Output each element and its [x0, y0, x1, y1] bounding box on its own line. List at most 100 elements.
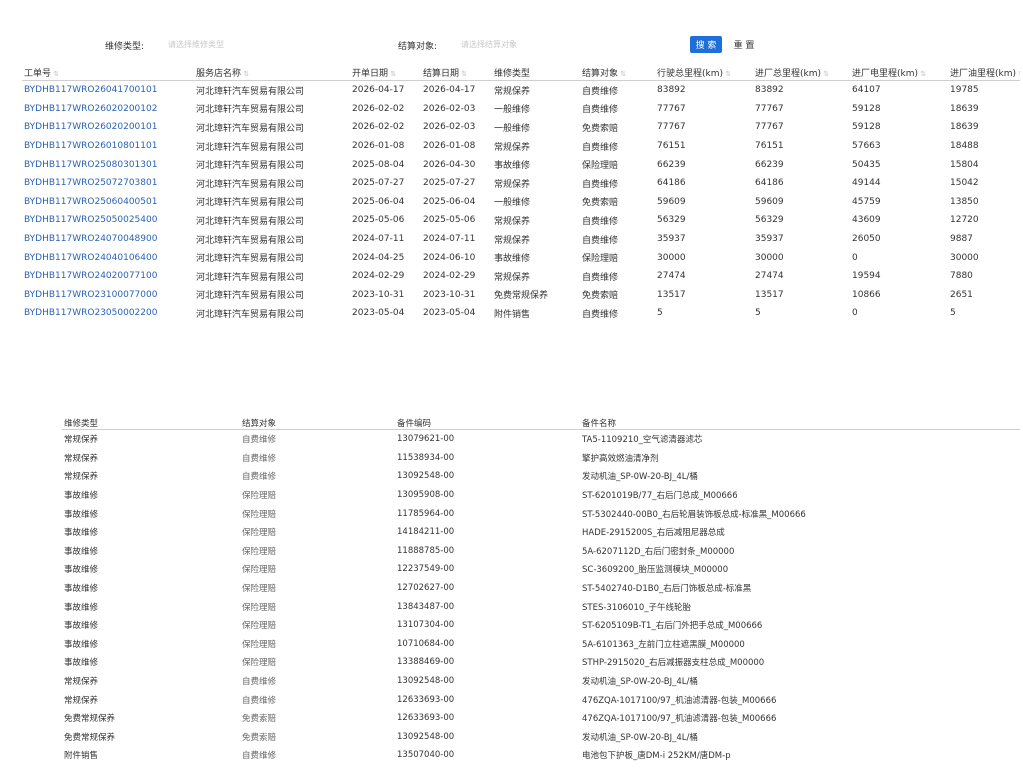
orders-col-header[interactable]: 开单日期	[350, 64, 421, 81]
table-cell: 13388469-00	[397, 657, 455, 668]
table-cell: 2024-02-29	[352, 271, 405, 282]
table-cell: 河北璋轩汽车贸易有限公司	[196, 235, 305, 246]
table-row[interactable]: BYDHB117WRO25080301301 河北璋轩汽车贸易有限公司 2025-0…	[22, 155, 1020, 174]
table-cell: 河北璋轩汽车贸易有限公司	[196, 216, 305, 227]
parts-col-header: 备件编码	[395, 417, 580, 430]
order-number-link[interactable]: BYDHB117WRO24020077100	[22, 267, 194, 286]
parts-col-header: 结算对象	[240, 417, 395, 430]
order-number-link[interactable]: BYDHB117WRO23100077000	[22, 286, 194, 305]
list-item: 免费常规保养 免费索赔 12633693-00 476ZQA-1017100/97_机…	[62, 709, 1020, 728]
table-row[interactable]: BYDHB117WRO25050025400 河北璋轩汽车贸易有限公司 2025-0…	[22, 211, 1020, 230]
order-number-link[interactable]: BYDHB117WRO26041700101	[22, 81, 194, 100]
table-cell: 57663	[852, 141, 881, 152]
table-cell: 保险理赔	[242, 602, 277, 613]
table-cell: 保险理赔	[242, 509, 277, 520]
orders-col-header[interactable]: 进厂油里程(km)	[948, 64, 1020, 81]
table-cell: 附件销售	[64, 751, 99, 762]
table-cell: 11785964-00	[397, 508, 455, 519]
orders-col-header: 维修类型	[492, 64, 580, 81]
table-cell: 保险理赔	[242, 491, 277, 502]
table-cell: 7880	[950, 271, 973, 282]
table-cell: 常规保养	[494, 142, 531, 153]
table-cell: 11538934-00	[397, 452, 455, 463]
order-number-link[interactable]: BYDHB117WRO25080301301	[22, 155, 194, 174]
table-cell: 2026-02-03	[423, 122, 476, 133]
repair-type-select[interactable]	[166, 36, 290, 52]
table-row[interactable]: BYDHB117WRO23050002200 河北璋轩汽车贸易有限公司 2023-0…	[22, 304, 1020, 323]
table-cell: 事故维修	[64, 509, 99, 520]
order-number-link[interactable]: BYDHB117WRO24070048900	[22, 230, 194, 249]
table-cell: 发动机油_SP-0W-20-BJ_4L/桶	[582, 677, 698, 688]
table-row[interactable]: BYDHB117WRO24070048900 河北璋轩汽车贸易有限公司 2024-0…	[22, 230, 1020, 249]
table-cell: 河北璋轩汽车贸易有限公司	[196, 198, 305, 209]
table-cell: 一般维修	[494, 123, 531, 134]
table-cell: 13092548-00	[397, 471, 455, 482]
order-number-link[interactable]: BYDHB117WRO25072703801	[22, 174, 194, 193]
orders-col-header[interactable]: 进厂电里程(km)	[850, 64, 948, 81]
parts-table: 维修类型 结算对象 备件编码 备件名称 常规保养 自费维修 13079621-00 TA5-…	[62, 417, 1020, 765]
table-cell: 常规保养	[494, 179, 531, 190]
table-cell: 26050	[852, 234, 881, 245]
table-cell: 免费常规保养	[64, 714, 116, 725]
table-row[interactable]: BYDHB117WRO26020200102 河北璋轩汽车贸易有限公司 2026-0…	[22, 100, 1020, 119]
table-cell: 30000	[755, 252, 784, 263]
order-number-link[interactable]: BYDHB117WRO26020200102	[22, 100, 194, 119]
table-cell: 2023-10-31	[423, 289, 476, 300]
table-cell: 河北璋轩汽车贸易有限公司	[196, 123, 305, 134]
order-number-link[interactable]: BYDHB117WRO25050025400	[22, 211, 194, 230]
table-cell: 13517	[657, 289, 686, 300]
table-row[interactable]: BYDHB117WRO24040106400 河北璋轩汽车贸易有限公司 2024-0…	[22, 248, 1020, 267]
table-cell: HADE-2915200S_右后减阻尼器总成	[582, 528, 725, 539]
table-cell: 43609	[852, 215, 881, 226]
table-cell: 河北璋轩汽车贸易有限公司	[196, 272, 305, 283]
order-number-link[interactable]: BYDHB117WRO25060400501	[22, 193, 194, 212]
table-cell: 50435	[852, 159, 881, 170]
table-cell: 事故维修	[64, 565, 99, 576]
table-row[interactable]: BYDHB117WRO25060400501 河北璋轩汽车贸易有限公司 2025-0…	[22, 193, 1020, 212]
orders-col-header[interactable]: 结算日期	[421, 64, 492, 81]
table-cell: 30000	[950, 252, 979, 263]
orders-col-header[interactable]: 行驶总里程(km)	[655, 64, 753, 81]
order-number-link[interactable]: BYDHB117WRO26010801101	[22, 137, 194, 156]
table-cell: 河北璋轩汽车贸易有限公司	[196, 309, 305, 320]
table-cell: 18639	[950, 122, 979, 133]
search-button[interactable]: 搜 索	[690, 36, 722, 53]
table-cell: 13107304-00	[397, 620, 455, 631]
table-cell: 9887	[950, 234, 973, 245]
orders-col-header[interactable]: 工单号	[22, 64, 194, 81]
table-cell: 河北璋轩汽车贸易有限公司	[196, 291, 305, 302]
table-row[interactable]: BYDHB117WRO23100077000 河北璋轩汽车贸易有限公司 2023-1…	[22, 286, 1020, 305]
table-cell: 自费维修	[242, 751, 277, 762]
table-cell: 擎护高效燃油清净剂	[582, 453, 659, 464]
order-number-link[interactable]: BYDHB117WRO24040106400	[22, 248, 194, 267]
table-cell: 保险理赔	[242, 639, 277, 650]
table-row[interactable]: BYDHB117WRO26041700101 河北璋轩汽车贸易有限公司 2026-0…	[22, 81, 1020, 100]
table-cell: 64186	[755, 178, 784, 189]
table-row[interactable]: BYDHB117WRO26020200101 河北璋轩汽车贸易有限公司 2026-0…	[22, 118, 1020, 137]
table-cell: 59128	[852, 103, 881, 114]
table-cell: 自费维修	[582, 105, 619, 116]
table-cell: 河北璋轩汽车贸易有限公司	[196, 86, 305, 97]
orders-col-header[interactable]: 结算对象	[580, 64, 655, 81]
list-item: 事故维修 保险理赔 12237549-00 SC-3609200_胎压监测模块_M00…	[62, 560, 1020, 579]
order-number-link[interactable]: BYDHB117WRO23050002200	[22, 304, 194, 323]
orders-col-header[interactable]: 进厂总里程(km)	[753, 64, 850, 81]
order-number-link[interactable]: BYDHB117WRO26020200101	[22, 118, 194, 137]
table-cell: 常规保养	[494, 272, 531, 283]
orders-col-header[interactable]: 服务店名称	[194, 64, 350, 81]
settlement-select[interactable]	[459, 36, 583, 52]
list-item: 事故维修 保险理赔 13095908-00 ST-6201019B/77_右后门总成_…	[62, 486, 1020, 505]
reset-button[interactable]: 重 置	[728, 36, 760, 53]
table-cell: 77767	[755, 103, 784, 114]
table-cell: 2026-01-08	[423, 141, 476, 152]
list-item: 事故维修 保险理赔 13107304-00 ST-6205109B-T1_右后门外把手…	[62, 616, 1020, 635]
table-cell: 12702627-00	[397, 583, 455, 594]
table-cell: 476ZQA-1017100/97_机油滤清器-包装_M00666	[582, 714, 777, 725]
table-row[interactable]: BYDHB117WRO26010801101 河北璋轩汽车贸易有限公司 2026-0…	[22, 137, 1020, 156]
table-cell: 2024-07-11	[423, 234, 476, 245]
table-row[interactable]: BYDHB117WRO25072703801 河北璋轩汽车贸易有限公司 2025-0…	[22, 174, 1020, 193]
table-cell: 自费维修	[582, 235, 619, 246]
table-cell: 18488	[950, 141, 979, 152]
table-cell: 64186	[657, 178, 686, 189]
table-row[interactable]: BYDHB117WRO24020077100 河北璋轩汽车贸易有限公司 2024-0…	[22, 267, 1020, 286]
